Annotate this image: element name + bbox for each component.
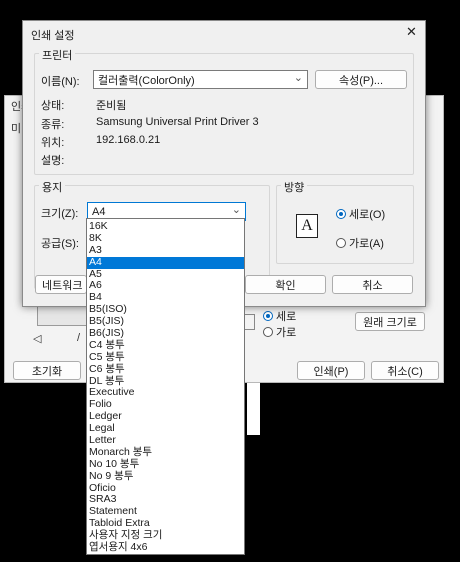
background-fragment: [247, 383, 260, 435]
status-label: 상태:: [41, 100, 65, 112]
paper-size-option[interactable]: C4 봉투: [87, 339, 244, 352]
radio-icon: [336, 238, 346, 248]
printer-name-value: 컬러출력(ColorOnly): [98, 74, 195, 87]
print-preview-page: [37, 306, 93, 326]
portrait-label: 세로(O): [349, 209, 386, 221]
radio-icon: [263, 311, 273, 321]
radio-selected-icon: [336, 209, 346, 219]
paper-source-label: 공급(S):: [41, 238, 79, 250]
orientation-preview-icon: A: [296, 214, 318, 238]
properties-button[interactable]: 속성(P)...: [315, 70, 407, 89]
type-label: 종류:: [41, 119, 65, 131]
paper-size-option[interactable]: A5: [87, 268, 244, 281]
preview-prev-arrow[interactable]: ◁: [33, 332, 41, 345]
paper-size-option[interactable]: 엽서용지 4x6: [87, 541, 244, 554]
paper-size-option[interactable]: 8K: [87, 232, 244, 245]
paper-size-option[interactable]: No 9 봉투: [87, 470, 244, 483]
paper-group-title: 용지: [39, 179, 66, 195]
network-button[interactable]: 네트워크: [35, 275, 87, 294]
orientation-frame: [245, 314, 255, 330]
comment-label: 설명:: [41, 155, 65, 167]
printer-name-label: 이름(N):: [41, 76, 80, 88]
location-value: 192.168.0.21: [96, 134, 161, 146]
printer-name-select[interactable]: 컬러출력(ColorOnly) ⌄: [93, 70, 308, 89]
background-landscape-radio[interactable]: 가로: [263, 324, 296, 340]
background-portrait-label: 세로: [276, 311, 297, 323]
paper-size-option[interactable]: A3: [87, 244, 244, 257]
paper-size-option[interactable]: 16K: [87, 220, 244, 233]
paper-size-option[interactable]: A4: [87, 256, 244, 269]
landscape-radio[interactable]: 가로(A): [336, 235, 384, 251]
printer-group-title: 프린터: [39, 47, 76, 63]
background-portrait-radio[interactable]: 세로: [263, 308, 296, 324]
close-icon[interactable]: ✕: [406, 24, 417, 40]
paper-size-option[interactable]: C6 봉투: [87, 363, 244, 376]
orientation-group-title: 방향: [281, 179, 308, 195]
paper-size-label: 크기(Z):: [41, 208, 79, 220]
paper-size-option[interactable]: A6: [87, 280, 244, 292]
location-label: 위치:: [41, 137, 65, 149]
chevron-down-icon: ⌄: [231, 204, 241, 216]
background-tab-fragment[interactable]: 미: [11, 120, 21, 136]
cancel-button[interactable]: 취소: [332, 275, 413, 294]
chevron-down-icon: ⌄: [293, 72, 303, 84]
original-size-button[interactable]: 원래 크기로: [355, 312, 425, 331]
background-landscape-label: 가로: [276, 327, 297, 339]
status-value: 준비됨: [96, 100, 127, 112]
background-cancel-button[interactable]: 취소(C): [371, 361, 439, 380]
radio-icon: [263, 327, 273, 337]
paper-size-dropdown-list[interactable]: 16K 8K A3 A4 A5 A6 B4 B5(ISO) B5(JIS) B6(JIS) C4 봉…: [86, 218, 245, 555]
portrait-radio[interactable]: 세로(O): [336, 206, 385, 222]
paper-size-option[interactable]: No 10 봉투: [87, 458, 244, 471]
reset-button[interactable]: 초기화: [13, 361, 81, 380]
paper-size-value: A4: [92, 205, 106, 218]
preview-page-indicator: /: [77, 332, 81, 344]
print-button[interactable]: 인쇄(P): [297, 361, 365, 380]
type-value: Samsung Universal Print Driver 3: [96, 116, 259, 128]
dialog-title: 인쇄 설정: [31, 30, 75, 42]
landscape-label: 가로(A): [349, 238, 384, 250]
paper-size-option[interactable]: C5 봉투: [87, 351, 244, 364]
ok-button[interactable]: 확인: [245, 275, 326, 294]
